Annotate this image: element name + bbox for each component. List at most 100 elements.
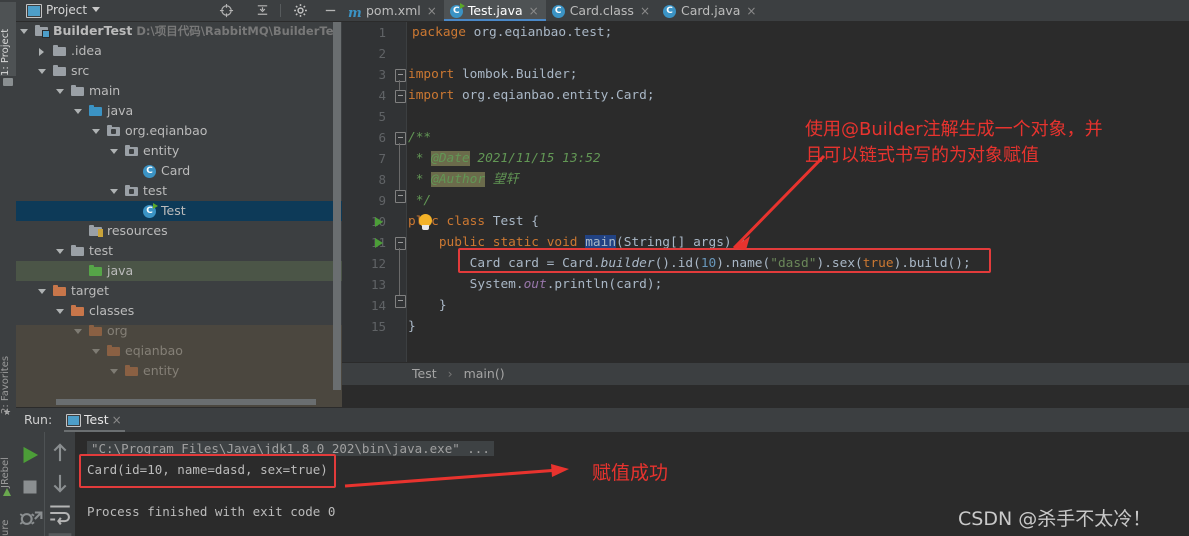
editor-tab-card-java[interactable]: C Card.java × xyxy=(657,0,763,21)
tree-item-label: classes xyxy=(89,303,135,318)
editor-tab-pom-xml[interactable]: m pom.xml × xyxy=(342,0,444,21)
tree-item-buildertest[interactable]: BuilderTest D:\项目代码\RabbitMQ\BuilderTes xyxy=(16,21,342,41)
run-toolbar-primary[interactable] xyxy=(16,432,44,536)
stop-button[interactable] xyxy=(17,474,43,500)
tree-vertical-scrollbar[interactable] xyxy=(333,22,341,390)
chevron-down-icon[interactable] xyxy=(56,301,67,321)
editor-tab-test-java[interactable]: C Test.java × xyxy=(443,0,546,22)
tree-item-card[interactable]: C Card xyxy=(16,161,342,181)
intention-bulb-icon[interactable] xyxy=(419,214,432,231)
rerun-button[interactable] xyxy=(17,442,43,468)
folder-blue-icon xyxy=(89,105,102,117)
tree-item-src[interactable]: src xyxy=(16,61,342,81)
line-number: 5 xyxy=(378,109,386,124)
sidebar-item-project[interactable]: 1: Project xyxy=(0,2,16,76)
sidebar-item-favorites[interactable]: 2: Favorites xyxy=(0,330,16,414)
line-number: 3 xyxy=(378,67,386,82)
editor-tab-card-class[interactable]: C Card.class × xyxy=(546,0,657,21)
tree-item-path: D:\项目代码\RabbitMQ\BuilderTes xyxy=(132,24,341,38)
jrebel-icon xyxy=(3,488,11,496)
soft-wrap-button[interactable] xyxy=(47,500,73,526)
tree-item-java[interactable]: java xyxy=(16,261,342,281)
console-line-exit: Process finished with exit code 0 xyxy=(87,504,336,519)
run-config-icon xyxy=(66,414,81,427)
chevron-down-icon[interactable] xyxy=(38,61,49,81)
tree-item-label: .idea xyxy=(71,43,102,58)
close-icon[interactable]: × xyxy=(746,1,756,22)
chevron-down-icon[interactable] xyxy=(56,241,67,261)
close-icon[interactable]: × xyxy=(529,1,539,22)
tree-horizontal-scrollbar[interactable] xyxy=(56,399,316,405)
project-panel-title: Project xyxy=(46,3,88,17)
run-tab-test[interactable]: Test × xyxy=(64,410,125,432)
editor-gutter[interactable]: 1 2 3 4 5 6 7 8 9 10 11 12 13 14 15 xyxy=(342,22,392,385)
chevron-down-icon[interactable] xyxy=(110,361,121,381)
class-runnable-icon: C xyxy=(143,203,158,218)
sidebar-item-jrebel[interactable]: JRebel xyxy=(0,430,16,488)
up-arrow-button[interactable] xyxy=(47,440,73,466)
chevron-down-icon[interactable] xyxy=(92,341,103,361)
tree-item-test[interactable]: test xyxy=(16,181,342,201)
chevron-down-icon[interactable] xyxy=(38,281,49,301)
tree-item-target[interactable]: target xyxy=(16,281,342,301)
down-arrow-button[interactable] xyxy=(47,470,73,496)
tree-item-entity[interactable]: entity xyxy=(16,141,342,161)
tree-item-java[interactable]: java xyxy=(16,101,342,121)
fold-expand-icon[interactable] xyxy=(395,295,406,308)
fold-collapse-icon[interactable] xyxy=(395,69,406,82)
tree-item--idea[interactable]: .idea xyxy=(16,41,342,61)
chevron-down-icon[interactable] xyxy=(20,21,31,41)
chevron-down-icon[interactable] xyxy=(110,141,121,161)
close-icon[interactable]: × xyxy=(427,1,437,22)
module-icon xyxy=(35,25,50,38)
chevron-down-icon[interactable] xyxy=(74,101,85,121)
fold-expand-icon[interactable] xyxy=(395,190,406,203)
tree-item-test[interactable]: test xyxy=(16,241,342,261)
tree-item-eqianbao[interactable]: eqianbao xyxy=(16,341,342,361)
breadcrumb-method[interactable]: main() xyxy=(464,366,505,381)
close-icon[interactable]: × xyxy=(112,410,122,430)
code-line-14: } xyxy=(408,298,447,313)
project-tree[interactable]: BuilderTest D:\项目代码\RabbitMQ\BuilderTes.… xyxy=(16,21,342,407)
editor-folding-column[interactable] xyxy=(392,22,407,385)
hide-window-icon[interactable] xyxy=(323,3,338,18)
breadcrumb-class[interactable]: Test xyxy=(412,366,437,381)
editor-tab-bar[interactable]: m pom.xml × C Test.java × C Card.class × C Card.ja… xyxy=(342,0,1189,22)
run-method-gutter-icon[interactable] xyxy=(372,232,386,253)
tree-item-label: target xyxy=(71,283,110,298)
chevron-down-icon[interactable] xyxy=(56,81,67,101)
line-number: 9 xyxy=(378,193,386,208)
fold-collapse-icon[interactable] xyxy=(395,132,406,145)
tree-item-org-eqianbao[interactable]: org.eqianbao xyxy=(16,121,342,141)
chevron-right-icon[interactable] xyxy=(38,41,49,61)
code-line-9: */ xyxy=(408,193,432,208)
fold-collapse-icon[interactable] xyxy=(395,237,406,250)
annotation-arrow-to-console xyxy=(344,464,569,488)
run-panel-header: Run: Test × xyxy=(16,408,1189,432)
tree-item-classes[interactable]: classes xyxy=(16,301,342,321)
fold-collapse-icon[interactable] xyxy=(395,90,406,103)
chevron-down-icon[interactable] xyxy=(92,121,103,141)
folder-orange-icon xyxy=(53,285,66,297)
breadcrumb[interactable]: Test › main() xyxy=(342,362,1189,385)
locate-icon[interactable] xyxy=(219,3,234,18)
close-icon[interactable]: × xyxy=(640,1,650,22)
class-runnable-icon: C xyxy=(449,3,465,18)
tree-item-label: BuilderTest D:\项目代码\RabbitMQ\BuilderTes xyxy=(53,23,341,38)
chevron-down-icon[interactable] xyxy=(110,181,121,201)
run-class-gutter-icon[interactable] xyxy=(372,211,386,232)
tree-item-main[interactable]: main xyxy=(16,81,342,101)
run-toolbar-secondary[interactable] xyxy=(44,432,75,536)
chevron-down-icon[interactable] xyxy=(92,7,100,12)
rerun-failed-tests-button[interactable] xyxy=(17,506,43,532)
chevron-down-icon[interactable] xyxy=(74,321,85,341)
sidebar-item-structure[interactable]: ure xyxy=(0,500,16,536)
tree-item-org[interactable]: org xyxy=(16,321,342,341)
tree-item-label: main xyxy=(89,83,121,98)
tree-item-test[interactable]: C Test xyxy=(16,201,342,221)
tree-item-resources[interactable]: resources xyxy=(16,221,342,241)
scroll-to-end-button[interactable] xyxy=(47,530,73,536)
collapse-all-icon[interactable] xyxy=(255,3,270,18)
tree-item-entity[interactable]: entity xyxy=(16,361,342,381)
settings-gear-icon[interactable] xyxy=(293,3,308,18)
